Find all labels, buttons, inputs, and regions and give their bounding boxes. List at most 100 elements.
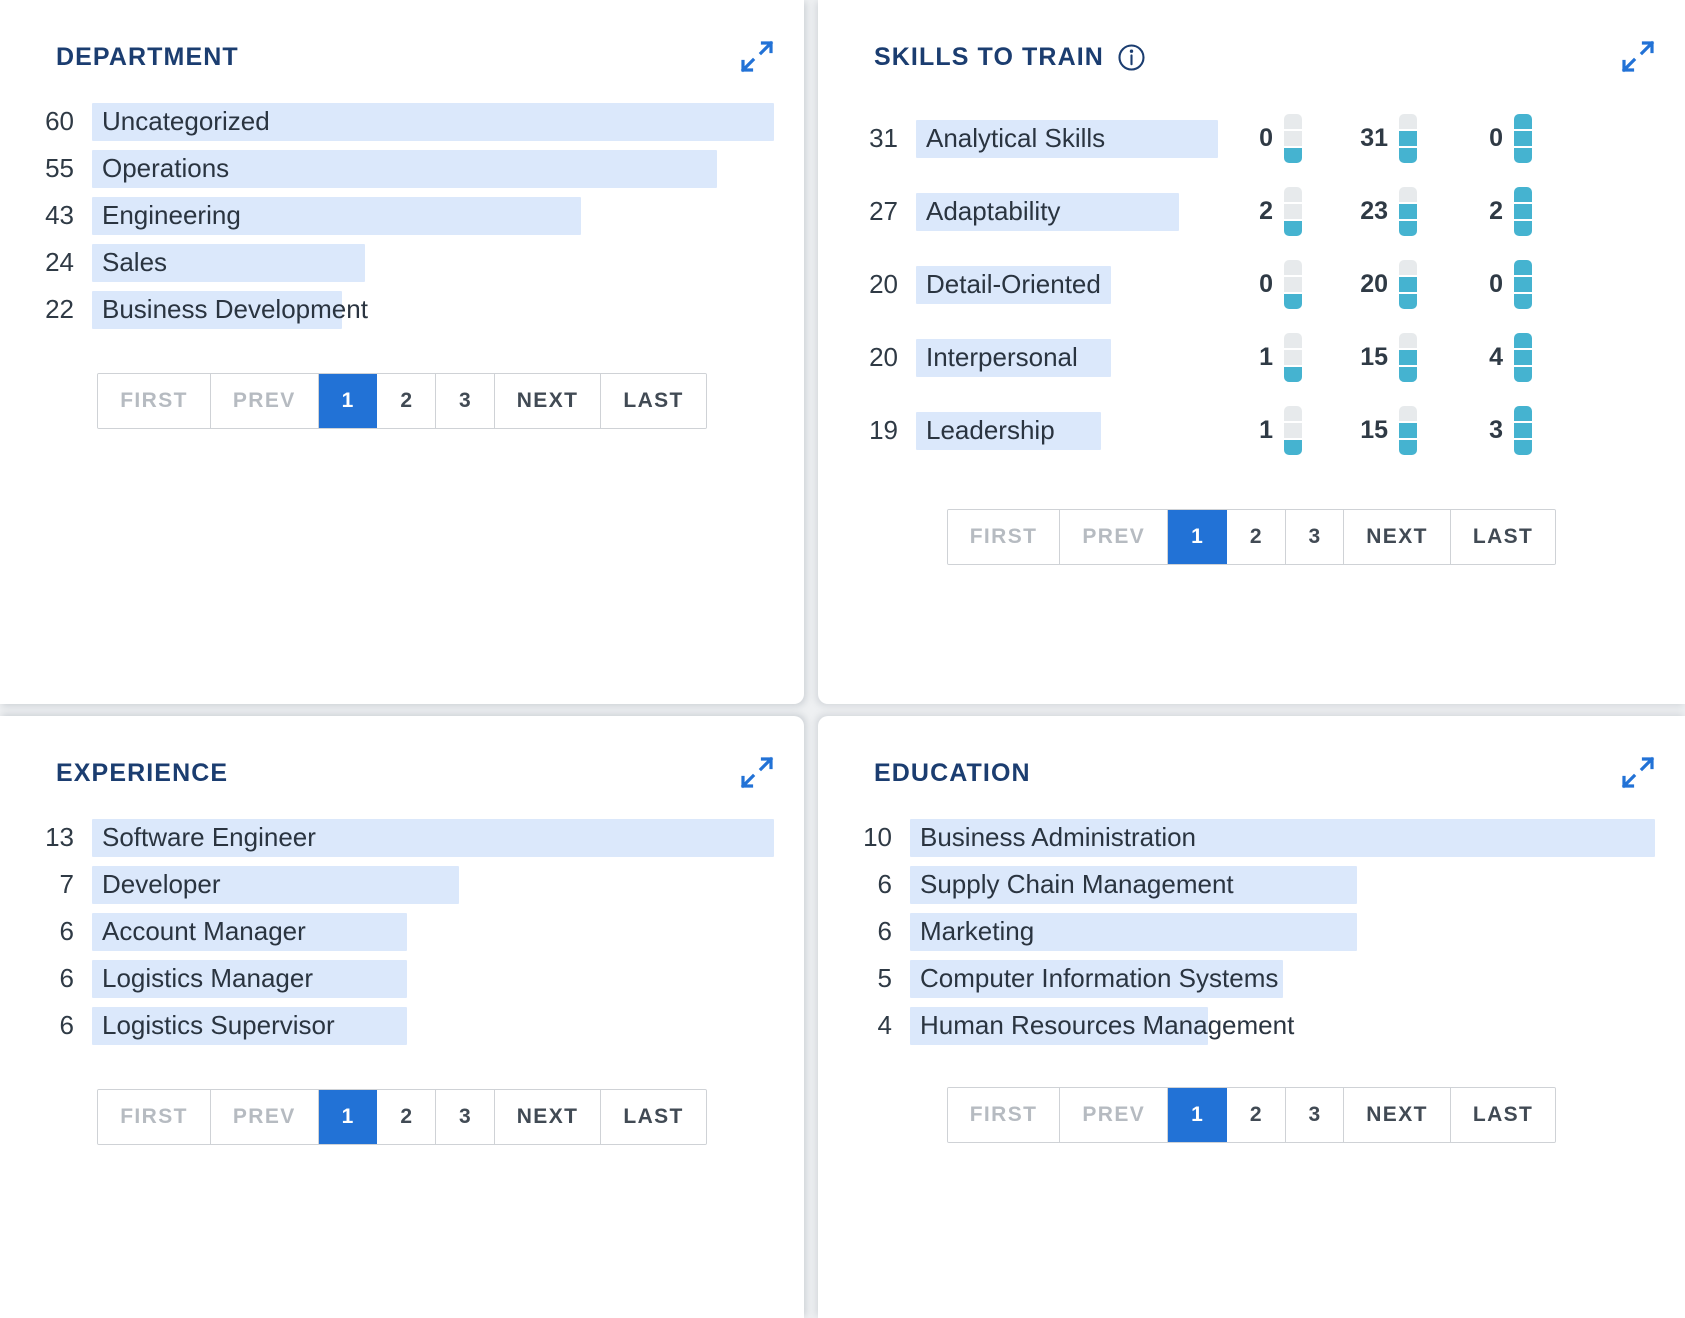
bar-row[interactable]: 6 Logistics Manager xyxy=(34,955,774,1002)
skill-level-meter: 23 xyxy=(1351,186,1466,237)
bar-row[interactable]: 43 Engineering xyxy=(34,192,774,239)
expand-arrows-icon[interactable] xyxy=(738,755,774,791)
pagination-page-1[interactable]: 1 xyxy=(318,374,378,428)
experience-header: EXPERIENCE xyxy=(0,716,804,792)
bar-track: Sales xyxy=(92,243,774,282)
bar-count: 6 xyxy=(59,1010,74,1040)
bar-row[interactable]: 24 Sales xyxy=(34,239,774,286)
pagination-page-3[interactable]: 3 xyxy=(1285,1088,1345,1142)
meter-segments xyxy=(1399,332,1417,383)
meter-segments xyxy=(1514,405,1532,456)
pagination-next[interactable]: NEXT xyxy=(1344,510,1451,564)
meter-segments xyxy=(1514,113,1532,164)
pagination-page-3[interactable]: 3 xyxy=(1285,510,1345,564)
pagination-prev: PREV xyxy=(1060,510,1169,564)
meter-value: 2 xyxy=(1259,197,1273,225)
skill-count: 19 xyxy=(869,415,898,445)
meter-segment xyxy=(1399,276,1417,293)
bar-track: Software Engineer xyxy=(92,818,774,857)
pagination-first: FIRST xyxy=(98,1090,211,1144)
meter-segments xyxy=(1284,405,1302,456)
meter-segment xyxy=(1514,440,1532,456)
skill-level-meters: 1 15 4 xyxy=(1218,332,1663,383)
bar-row[interactable]: 60 Uncategorized xyxy=(34,98,774,145)
pagination-page-3[interactable]: 3 xyxy=(436,1090,495,1144)
meter-segments xyxy=(1399,113,1417,164)
pagination-page-3[interactable]: 3 xyxy=(436,374,495,428)
page-title: EXPERIENCE xyxy=(56,758,229,787)
meter-segments xyxy=(1514,259,1532,310)
bar-row[interactable]: 7 Developer xyxy=(34,861,774,908)
expand-arrows-icon[interactable] xyxy=(1619,755,1655,791)
meter-value: 15 xyxy=(1360,343,1388,371)
department-panel: DEPARTMENT 60 Uncategorized 55 Operations 43… xyxy=(0,0,804,704)
bar-row[interactable]: 6 Logistics Supervisor xyxy=(34,1002,774,1049)
department-header: DEPARTMENT xyxy=(0,0,804,76)
bar-count: 55 xyxy=(45,153,74,183)
experience-pagination-wrap: FIRST PREV 1 2 3 NEXT LAST xyxy=(0,1049,804,1145)
education-panel: EDUCATION 10 Business Administration 6 Supp… xyxy=(818,716,1685,1318)
pagination-page-1[interactable]: 1 xyxy=(1168,1088,1227,1142)
pagination-last[interactable]: LAST xyxy=(601,1090,706,1144)
skill-level-meter: 1 xyxy=(1236,332,1351,383)
bar-count: 60 xyxy=(45,106,74,136)
bar-row[interactable]: 10 Business Administration xyxy=(852,814,1655,861)
pagination-page-2[interactable]: 2 xyxy=(1226,1088,1286,1142)
meter-segment xyxy=(1284,259,1302,275)
pagination-last[interactable]: LAST xyxy=(1450,510,1556,564)
bar-track: Logistics Supervisor xyxy=(92,1006,774,1045)
pagination-next[interactable]: NEXT xyxy=(494,1090,602,1144)
skill-row[interactable]: 27 Adaptability 2 23 2 xyxy=(854,175,1663,248)
bar-track: Computer Information Systems xyxy=(910,959,1655,998)
pagination-last[interactable]: LAST xyxy=(1450,1088,1556,1142)
expand-arrows-icon[interactable] xyxy=(1619,39,1655,75)
skill-row[interactable]: 19 Leadership 1 15 3 xyxy=(854,394,1663,467)
bar-row[interactable]: 5 Computer Information Systems xyxy=(852,955,1655,1002)
skills-list: 31 Analytical Skills 0 31 0 27 Adaptability 2 23… xyxy=(818,76,1685,467)
info-circle-icon[interactable] xyxy=(1118,43,1145,71)
skill-row[interactable]: 20 Detail-Oriented 0 20 0 xyxy=(854,248,1663,321)
meter-segments xyxy=(1399,405,1417,456)
skill-row[interactable]: 20 Interpersonal 1 15 4 xyxy=(854,321,1663,394)
pagination: FIRST PREV 1 2 3 NEXT LAST xyxy=(97,1089,707,1145)
bar-label: Human Resources Management xyxy=(920,1010,1295,1040)
skill-row[interactable]: 31 Analytical Skills 0 31 0 xyxy=(854,102,1663,175)
bar-row[interactable]: 6 Account Manager xyxy=(34,908,774,955)
meter-segment xyxy=(1514,221,1532,237)
meter-value: 0 xyxy=(1259,124,1273,152)
bar-row[interactable]: 13 Software Engineer xyxy=(34,814,774,861)
meter-segment xyxy=(1399,422,1417,439)
skill-level-meter: 20 xyxy=(1351,259,1466,310)
pagination-page-1[interactable]: 1 xyxy=(1168,510,1227,564)
pagination-last[interactable]: LAST xyxy=(601,374,706,428)
bar-row[interactable]: 22 Business Development xyxy=(34,286,774,333)
bar-track: Marketing xyxy=(910,912,1655,951)
bar-row[interactable]: 6 Marketing xyxy=(852,908,1655,955)
expand-arrows-icon[interactable] xyxy=(738,39,774,75)
bar-row[interactable]: 4 Human Resources Management xyxy=(852,1002,1655,1049)
skill-label: Leadership xyxy=(926,415,1055,445)
bar-label: Logistics Supervisor xyxy=(102,1010,335,1040)
skill-level-meter: 3 xyxy=(1466,405,1581,456)
bar-track: Developer xyxy=(92,865,774,904)
skill-level-meters: 0 31 0 xyxy=(1218,113,1663,164)
pagination-next[interactable]: NEXT xyxy=(494,374,602,428)
skill-track: Adaptability xyxy=(916,192,1218,231)
bar-row[interactable]: 6 Supply Chain Management xyxy=(852,861,1655,908)
bar-count: 6 xyxy=(877,916,892,946)
skill-level-meter: 0 xyxy=(1236,113,1351,164)
bar-row[interactable]: 55 Operations xyxy=(34,145,774,192)
bar-label: Computer Information Systems xyxy=(920,963,1279,993)
bar-label: Logistics Manager xyxy=(102,963,313,993)
pagination-page-2[interactable]: 2 xyxy=(377,1090,437,1144)
pagination-next[interactable]: NEXT xyxy=(1344,1088,1451,1142)
pagination-page-2[interactable]: 2 xyxy=(377,374,437,428)
meter-segment xyxy=(1284,221,1302,237)
skill-label: Detail-Oriented xyxy=(926,269,1101,299)
bar-label: Sales xyxy=(102,247,168,277)
meter-segment xyxy=(1284,130,1302,147)
pagination-page-1[interactable]: 1 xyxy=(318,1090,378,1144)
skill-label: Interpersonal xyxy=(926,342,1078,372)
pagination-page-2[interactable]: 2 xyxy=(1226,510,1286,564)
bar-count: 6 xyxy=(877,869,892,899)
